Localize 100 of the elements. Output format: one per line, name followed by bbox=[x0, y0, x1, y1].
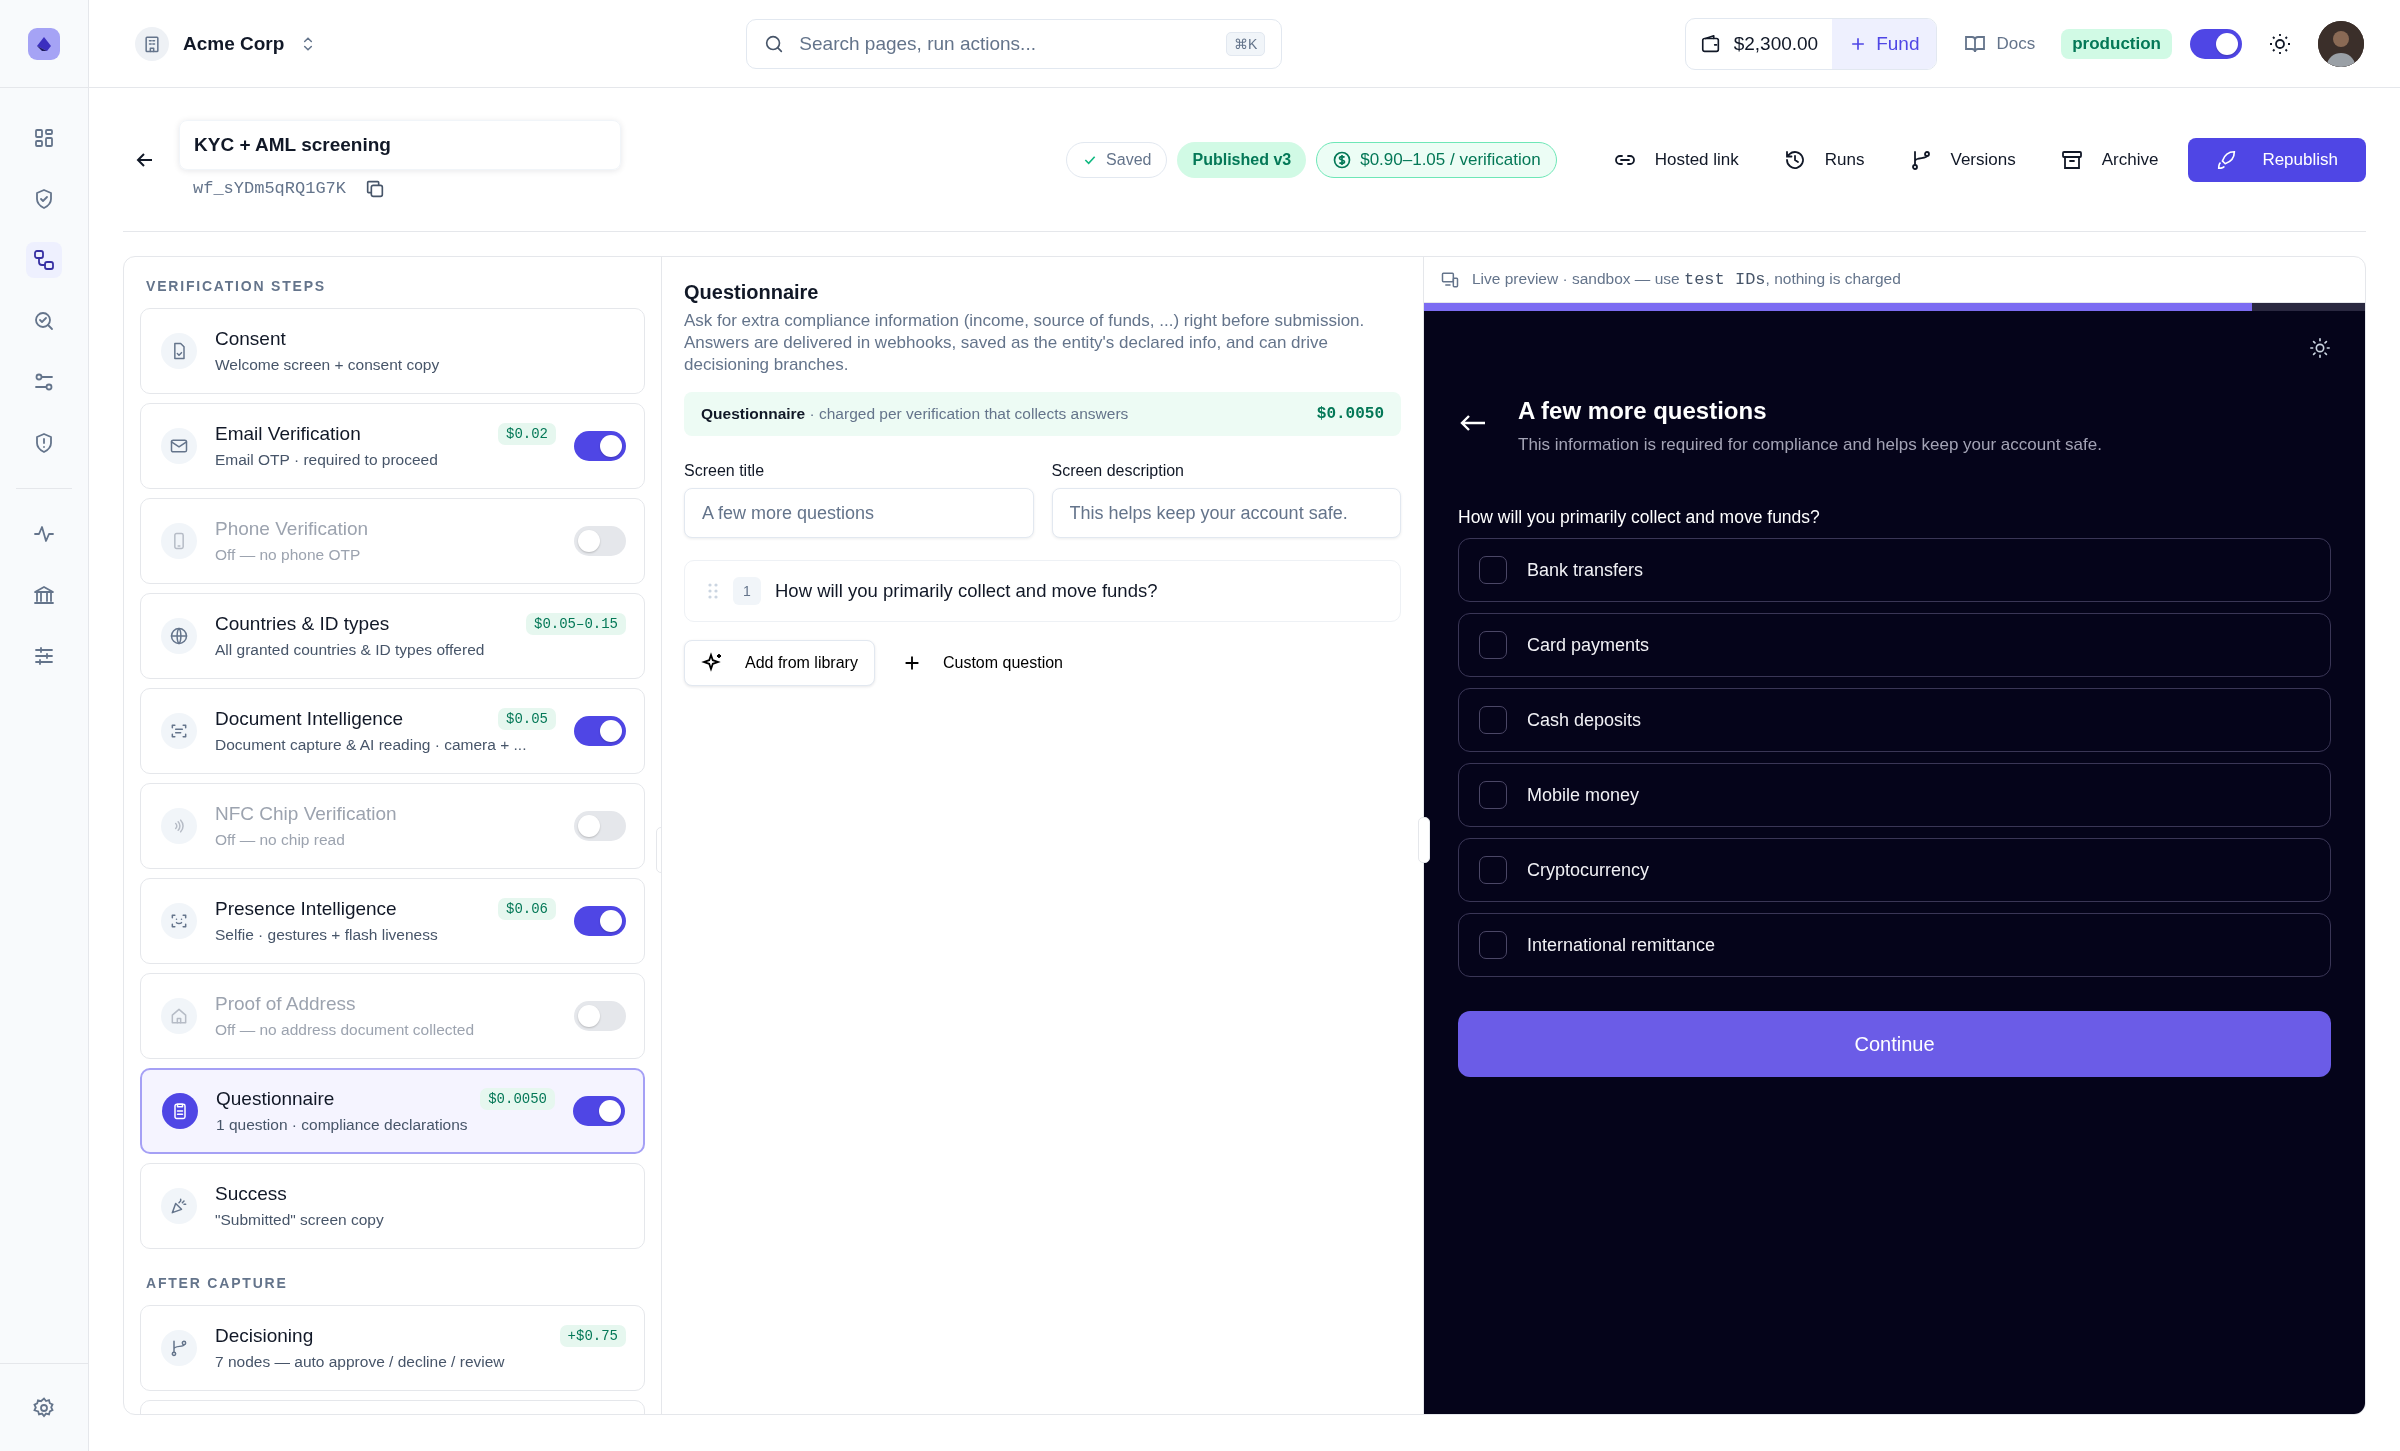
answer-option[interactable]: Cryptocurrency bbox=[1458, 838, 2331, 902]
step-title: Proof of Address bbox=[215, 993, 356, 1015]
continue-button[interactable]: Continue bbox=[1458, 1011, 2331, 1077]
step-card[interactable]: Success "Submitted" screen copy bbox=[140, 1163, 645, 1249]
toolbar-button[interactable]: Archive bbox=[2039, 137, 2179, 182]
search-field[interactable]: Search pages, run actions... bbox=[797, 31, 1214, 56]
step-card[interactable]: Questionnaire $0.0050 1 question · compliance declarations bbox=[140, 1068, 645, 1154]
toolbar-button[interactable]: Versions bbox=[1888, 137, 2036, 182]
question-label: How will you primarily collect and move funds? bbox=[1458, 507, 1821, 528]
answer-option[interactable]: Card payments bbox=[1458, 613, 2331, 677]
toggle-switch[interactable] bbox=[574, 811, 626, 841]
step-title: Success bbox=[215, 1183, 287, 1205]
fund-button[interactable]: Fund bbox=[1832, 18, 1936, 69]
step-subtitle: Selfie · gestures + flash liveness bbox=[215, 926, 439, 944]
step-title: Document Intelligence bbox=[215, 708, 403, 730]
answer-option[interactable]: Bank transfers bbox=[1458, 538, 2331, 602]
step-title: NFC Chip Verification bbox=[215, 803, 397, 825]
home-icon bbox=[169, 1006, 189, 1026]
environment-toggle[interactable] bbox=[2190, 28, 2242, 59]
search-bar[interactable]: Search pages, run actions... ⌘K bbox=[746, 18, 1283, 69]
preview-title: A few more questions bbox=[1518, 397, 1768, 425]
step-subtitle: 7 nodes — auto approve / decline / review bbox=[215, 1353, 506, 1371]
step-subtitle: Off — no phone OTP bbox=[215, 546, 362, 564]
answer-option[interactable]: International remittance bbox=[1458, 913, 2331, 977]
answer-option[interactable]: Mobile money bbox=[1458, 763, 2331, 827]
resize-handle[interactable] bbox=[1418, 817, 1430, 863]
step-title: Email Verification bbox=[215, 423, 361, 445]
checkbox[interactable] bbox=[1479, 931, 1507, 959]
step-subtitle: 1 question · compliance declarations bbox=[216, 1116, 469, 1134]
editor-title: Questionnaire bbox=[684, 281, 820, 304]
checkbox[interactable] bbox=[1479, 856, 1507, 884]
bank-icon bbox=[32, 583, 56, 607]
grid-icon bbox=[32, 126, 56, 150]
checkbox[interactable] bbox=[1479, 706, 1507, 734]
docs-link[interactable]: Docs bbox=[1954, 31, 2044, 56]
step-card[interactable]: Document Intelligence $0.05 Document capture & AI reading · camera + ... bbox=[140, 688, 645, 774]
step-card[interactable]: Decisioning +$0.75 7 nodes — auto approve / decline / review bbox=[140, 1305, 645, 1391]
step-title: Countries & ID types bbox=[215, 613, 390, 635]
scan-icon bbox=[169, 721, 189, 741]
price-tag: $0.02 bbox=[498, 423, 556, 445]
step-card[interactable]: Presence Intelligence $0.06 Selfie · gestures + flash liveness bbox=[140, 878, 645, 964]
add-from-library-button[interactable]: Add from library bbox=[684, 640, 875, 686]
published-badge: Published v3 bbox=[1177, 141, 1307, 178]
workflow-title[interactable]: KYC + AML screening bbox=[179, 119, 621, 170]
step-card[interactable]: Email Verification $0.02 Email OTP · required to proceed bbox=[140, 403, 645, 489]
drag-handle-icon[interactable] bbox=[707, 582, 719, 600]
logo-icon[interactable] bbox=[28, 27, 60, 60]
toggle-switch[interactable] bbox=[574, 526, 626, 556]
price-tag: $0.0050 bbox=[480, 1088, 555, 1110]
settings-icon[interactable] bbox=[32, 1395, 56, 1420]
preview-description: This information is required for compliance and helps keep your account safe. bbox=[1518, 435, 2102, 455]
user-avatar[interactable] bbox=[2318, 20, 2364, 67]
environment-badge: production bbox=[2061, 28, 2172, 59]
price-tag: $0.05–0.15 bbox=[526, 613, 626, 635]
step-card[interactable]: Consent Welcome screen + consent copy bbox=[140, 308, 645, 394]
step-title: Phone Verification bbox=[215, 518, 369, 540]
input-field[interactable]: This helps keep your account safe. bbox=[1051, 488, 1401, 538]
field-label: Screen description bbox=[1051, 462, 1185, 480]
step-subtitle: Welcome screen + consent copy bbox=[215, 356, 441, 374]
toggle-switch[interactable] bbox=[574, 906, 626, 936]
editor-description: Ask for extra compliance information (income, source of funds, ...) right before submission. Answers are delivered in webhooks, saved as the entity's declared info, and can drive decisioning branches. bbox=[684, 310, 1366, 376]
charge-note: Questionnaire · charged per verification that collects answers bbox=[701, 405, 1129, 423]
step-title: Questionnaire bbox=[216, 1088, 335, 1110]
toolbar-button[interactable]: Runs bbox=[1762, 137, 1885, 182]
face-scan-icon bbox=[169, 911, 189, 931]
section-heading: VERIFICATION STEPS bbox=[145, 277, 327, 296]
field-label: Screen title bbox=[684, 462, 766, 480]
toggle-switch[interactable] bbox=[574, 716, 626, 746]
toolbar-button[interactable]: Hosted link bbox=[1592, 137, 1759, 182]
custom-question-button[interactable]: Custom question bbox=[884, 640, 1079, 686]
answer-option[interactable]: Cash deposits bbox=[1458, 688, 2331, 752]
step-subtitle: Off — no chip read bbox=[215, 831, 346, 849]
toggle-switch[interactable] bbox=[573, 1096, 625, 1126]
step-subtitle: Off — no address document collected bbox=[215, 1021, 476, 1039]
step-subtitle: "Submitted" screen copy bbox=[215, 1211, 385, 1229]
search-check-icon bbox=[32, 309, 56, 333]
workflow-id: wf_sYDm5qRQ1G7K bbox=[193, 179, 347, 198]
rail-item[interactable] bbox=[26, 242, 62, 278]
step-title: Decisioning bbox=[215, 1325, 314, 1347]
mail-icon bbox=[169, 436, 189, 456]
sun-icon bbox=[2309, 337, 2331, 359]
question-row[interactable]: 1 How will you primarily collect and move funds? bbox=[684, 560, 1401, 622]
toggle-switch[interactable] bbox=[574, 431, 626, 461]
checkbox[interactable] bbox=[1479, 631, 1507, 659]
step-card[interactable]: Countries & ID types $0.05–0.15 All granted countries & ID types offered bbox=[140, 593, 645, 679]
org-name[interactable]: Acme Corp bbox=[183, 32, 285, 55]
preview-note: Live preview · sandbox — use test IDs, nothing is charged bbox=[1472, 270, 1901, 289]
step-title: Consent bbox=[215, 328, 286, 350]
price-tag: $0.05 bbox=[498, 708, 556, 730]
republish-button[interactable]: Republish bbox=[2188, 137, 2366, 182]
step-subtitle: All granted countries & ID types offered bbox=[215, 641, 486, 659]
checkbox[interactable] bbox=[1479, 781, 1507, 809]
price-tag: +$0.75 bbox=[559, 1325, 626, 1347]
toggle-switch[interactable] bbox=[574, 1001, 626, 1031]
checkbox[interactable] bbox=[1479, 556, 1507, 584]
step-title: Presence Intelligence bbox=[215, 898, 397, 920]
sun-icon[interactable] bbox=[2268, 31, 2292, 56]
globe-icon bbox=[169, 626, 189, 646]
shortcut-hint: ⌘K bbox=[1226, 31, 1266, 56]
input-field[interactable]: A few more questions bbox=[684, 488, 1034, 538]
